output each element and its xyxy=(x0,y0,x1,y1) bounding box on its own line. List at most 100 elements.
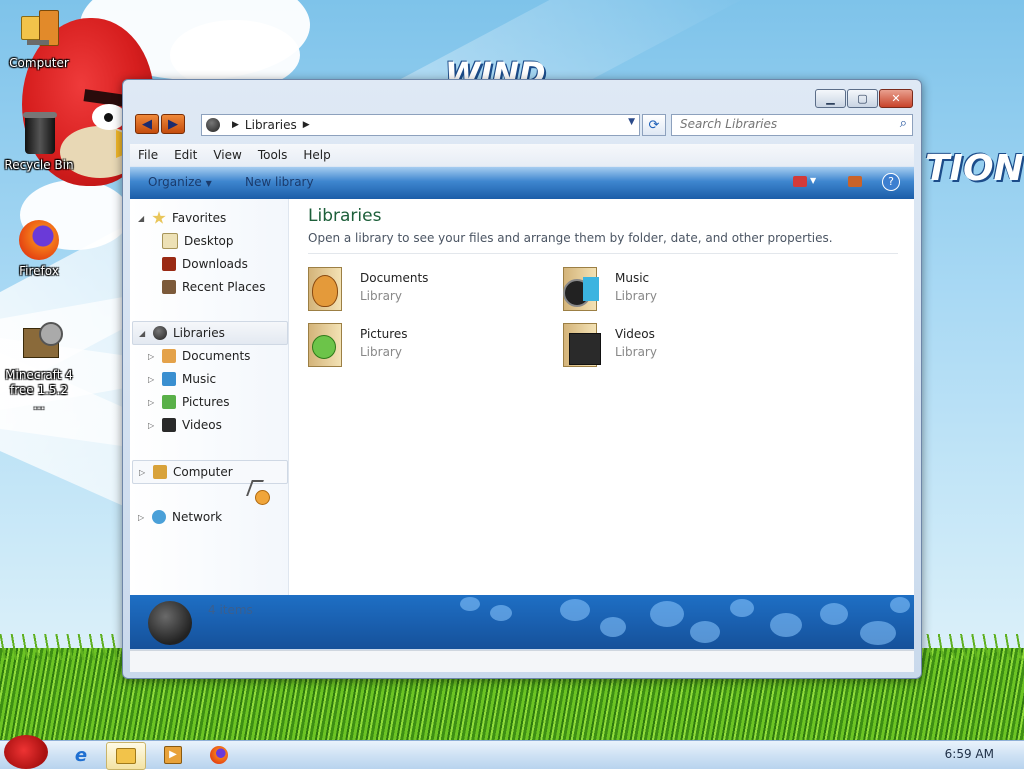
taskbar: e ▶ 6:59 AM xyxy=(0,735,1024,770)
library-documents[interactable]: Documents Library xyxy=(308,265,538,313)
explorer-window: ▁ ▢ ✕ ◀ ▶ ▶ Libraries ▶ ▼ ⟳ ⌕ File Edit … xyxy=(122,79,922,679)
menu-tools[interactable]: Tools xyxy=(250,148,296,162)
expand-triangle-icon[interactable]: ▷ xyxy=(148,421,158,430)
address-bar[interactable]: ▶ Libraries ▶ ▼ xyxy=(201,114,640,136)
change-view-icon[interactable] xyxy=(793,176,807,187)
search-input[interactable] xyxy=(672,115,898,133)
view-options-chevron-icon[interactable]: ▼ xyxy=(810,176,816,185)
desktop-icon-computer[interactable]: Computer xyxy=(4,10,74,71)
search-box[interactable]: ⌕ xyxy=(671,114,913,136)
favorites-star-icon xyxy=(152,211,166,224)
minimize-button[interactable]: ▁ xyxy=(815,89,846,108)
taskbar-firefox[interactable] xyxy=(200,742,238,768)
library-pictures[interactable]: Pictures Library xyxy=(308,321,538,369)
expand-triangle-icon[interactable]: ▷ xyxy=(148,375,158,384)
content-pane: Libraries Open a library to see your fil… xyxy=(289,199,914,595)
navigation-buttons: ◀ ▶ xyxy=(135,114,185,134)
computer-icon xyxy=(153,465,167,479)
search-icon[interactable]: ⌕ xyxy=(900,116,907,131)
navigation-pane: ◢ Favorites Desktop Downloads Recent Pla… xyxy=(130,199,289,595)
nav-music[interactable]: ▷ Music xyxy=(148,368,216,390)
nav-downloads[interactable]: Downloads xyxy=(158,253,248,275)
firefox-icon xyxy=(17,218,61,262)
libraries-root-icon xyxy=(206,118,220,132)
refresh-button[interactable]: ⟳ xyxy=(642,114,666,136)
nav-documents[interactable]: ▷ Documents xyxy=(148,345,250,367)
maximize-icon: ▢ xyxy=(857,92,868,105)
address-history-dropdown-icon[interactable]: ▼ xyxy=(628,117,635,127)
menu-bar: File Edit View Tools Help xyxy=(130,144,914,166)
libraries-large-icon xyxy=(148,601,192,645)
expand-triangle-icon[interactable]: ▷ xyxy=(148,398,158,407)
folder-icon xyxy=(116,748,136,764)
page-description: Open a library to see your files and arr… xyxy=(308,231,833,245)
pictures-library-icon xyxy=(308,321,346,367)
firefox-icon xyxy=(210,746,228,764)
maximize-button[interactable]: ▢ xyxy=(847,89,878,108)
desktop-folder-icon xyxy=(162,233,178,249)
item-count: 4 items xyxy=(208,603,253,617)
nav-videos[interactable]: ▷ Videos xyxy=(148,414,222,436)
breadcrumb-libraries[interactable]: Libraries xyxy=(245,118,297,132)
command-bar: Organize ▼ New library ▼ ? xyxy=(130,167,914,199)
wallpaper-logo-tail: TION xyxy=(925,148,1024,189)
refresh-icon: ⟳ xyxy=(648,117,660,133)
cursor-busy-badge-icon xyxy=(255,490,270,505)
divider xyxy=(308,253,898,254)
recent-places-icon xyxy=(162,280,176,294)
menu-edit[interactable]: Edit xyxy=(166,148,205,162)
taskbar-windows-explorer[interactable] xyxy=(106,742,146,770)
back-arrow-icon: ◀ xyxy=(142,116,152,132)
desktop-icon-firefox[interactable]: Firefox xyxy=(4,218,74,279)
preview-pane-icon[interactable] xyxy=(848,176,862,187)
organize-button[interactable]: Organize ▼ xyxy=(148,175,212,189)
close-icon: ✕ xyxy=(891,92,901,105)
videos-library-icon xyxy=(162,418,176,432)
forward-arrow-icon: ▶ xyxy=(168,116,178,132)
help-icon[interactable]: ? xyxy=(882,173,900,191)
new-library-button[interactable]: New library xyxy=(245,175,314,189)
videos-library-icon xyxy=(563,321,601,367)
nav-libraries[interactable]: ◢ Libraries xyxy=(132,321,288,345)
breadcrumb-separator-icon[interactable]: ▶ xyxy=(303,120,310,130)
nav-desktop[interactable]: Desktop xyxy=(158,230,234,252)
nav-pictures[interactable]: ▷ Pictures xyxy=(148,391,230,413)
music-library-icon xyxy=(563,265,601,311)
documents-library-icon xyxy=(162,349,176,363)
desktop-icon-recycle-bin[interactable]: Recycle Bin xyxy=(4,112,74,173)
collapse-triangle-icon[interactable]: ◢ xyxy=(138,214,148,223)
nav-favorites[interactable]: ◢ Favorites xyxy=(138,207,288,229)
expand-triangle-icon[interactable]: ▷ xyxy=(148,352,158,361)
nav-computer[interactable]: ▷ Computer xyxy=(132,460,288,484)
media-player-icon: ▶ xyxy=(164,746,182,764)
minimize-icon: ▁ xyxy=(826,92,835,105)
computer-icon xyxy=(17,10,61,54)
music-library-icon xyxy=(162,372,176,386)
back-button[interactable]: ◀ xyxy=(135,114,159,134)
collapse-triangle-icon[interactable]: ◢ xyxy=(139,329,149,338)
expand-triangle-icon[interactable]: ▷ xyxy=(139,468,149,477)
breadcrumb-separator-icon[interactable]: ▶ xyxy=(232,120,239,130)
nav-recent-places[interactable]: Recent Places xyxy=(158,276,265,298)
status-bar xyxy=(130,650,914,672)
menu-help[interactable]: Help xyxy=(295,148,338,162)
start-button[interactable] xyxy=(4,735,48,769)
library-videos[interactable]: Videos Library xyxy=(563,321,793,369)
chevron-down-icon: ▼ xyxy=(205,179,212,188)
desktop-icon-minecraft[interactable]: Minecraft 4 free 1.5.2 ... xyxy=(4,322,74,413)
taskbar-internet-explorer[interactable]: e xyxy=(62,742,100,768)
pictures-library-icon xyxy=(162,395,176,409)
close-button[interactable]: ✕ xyxy=(879,89,913,108)
menu-file[interactable]: File xyxy=(130,148,166,162)
nav-network[interactable]: ▷ Network xyxy=(138,506,222,528)
forward-button[interactable]: ▶ xyxy=(161,114,185,134)
libraries-icon xyxy=(153,326,167,340)
details-pane: 4 items xyxy=(130,595,914,649)
downloads-folder-icon xyxy=(162,257,176,271)
menu-view[interactable]: View xyxy=(205,148,249,162)
recycle-bin-icon xyxy=(17,112,61,156)
taskbar-media-player[interactable]: ▶ xyxy=(154,742,192,768)
expand-triangle-icon[interactable]: ▷ xyxy=(138,513,148,522)
system-clock[interactable]: 6:59 AM xyxy=(945,747,994,761)
library-music[interactable]: Music Library xyxy=(563,265,793,313)
